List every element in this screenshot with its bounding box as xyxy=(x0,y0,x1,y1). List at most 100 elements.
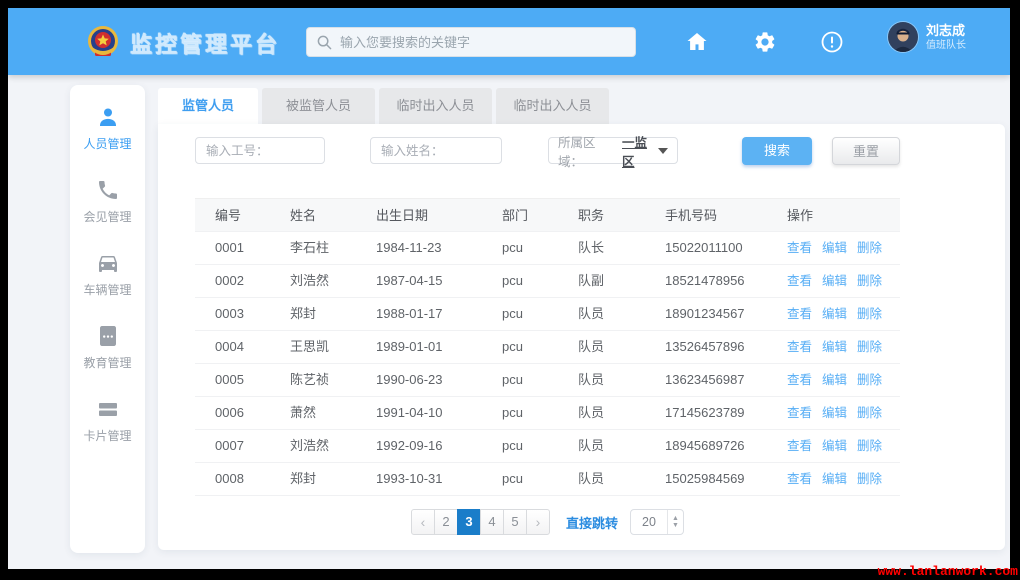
cell-phone: 15025984569 xyxy=(645,463,767,495)
region-select-value: 一监区 xyxy=(622,132,658,170)
sidebar-item-meeting[interactable]: 会见管理 xyxy=(70,172,145,230)
cell-actions: 查看编辑删除 xyxy=(767,397,900,429)
cell-department: pcu xyxy=(482,331,558,363)
user-meta: 刘志成 值班队长 xyxy=(926,23,966,52)
edit-link[interactable]: 编辑 xyxy=(822,307,847,321)
next-page-button[interactable]: › xyxy=(526,509,550,535)
cell-name: 李石柱 xyxy=(270,232,356,264)
search-button[interactable]: 搜索 xyxy=(742,137,812,165)
cell-position: 队员 xyxy=(558,430,645,462)
view-link[interactable]: 查看 xyxy=(787,373,812,387)
cell-department: pcu xyxy=(482,397,558,429)
delete-link[interactable]: 删除 xyxy=(857,406,882,420)
search-input[interactable] xyxy=(340,35,625,50)
delete-link[interactable]: 删除 xyxy=(857,241,882,255)
cell-id: 0005 xyxy=(195,364,270,396)
search-icon xyxy=(317,35,332,50)
edit-link[interactable]: 编辑 xyxy=(822,406,847,420)
cell-name: 郑封 xyxy=(270,463,356,495)
tab-temporary-2[interactable]: 临时出入人员 xyxy=(496,88,609,124)
watermark: www.lanlanwork.com xyxy=(878,564,1018,579)
tab-temporary-1[interactable]: 临时出入人员 xyxy=(379,88,492,124)
sidebar-item-personnel[interactable]: 人员管理 xyxy=(70,99,145,157)
cell-position: 队员 xyxy=(558,364,645,396)
delete-link[interactable]: 删除 xyxy=(857,373,882,387)
cell-department: pcu xyxy=(482,430,558,462)
top-header: 监控管理平台 刘志成 值班队长 xyxy=(8,8,1010,75)
page-button-4[interactable]: 4 xyxy=(480,509,504,535)
table-row: 0007 刘浩然 1992-09-16 pcu 队员 18945689726 查… xyxy=(195,430,900,463)
col-header-position: 职务 xyxy=(558,199,645,231)
cell-actions: 查看编辑删除 xyxy=(767,430,900,462)
view-link[interactable]: 查看 xyxy=(787,472,812,486)
chevron-down-icon xyxy=(658,148,668,154)
stepper-arrows[interactable]: ▲ ▼ xyxy=(667,510,683,534)
reset-button[interactable]: 重置 xyxy=(832,137,900,165)
sidebar-item-label: 人员管理 xyxy=(83,135,131,152)
region-select[interactable]: 所属区域： 一监区 xyxy=(548,137,678,164)
gear-icon[interactable] xyxy=(753,30,777,54)
delete-link[interactable]: 删除 xyxy=(857,439,882,453)
sidebar-item-label: 卡片管理 xyxy=(83,427,131,444)
cell-name: 刘浩然 xyxy=(270,265,356,297)
stepper-up-icon[interactable]: ▲ xyxy=(672,515,679,522)
sidebar-item-education[interactable]: 教育管理 xyxy=(70,318,145,376)
user-role: 值班队长 xyxy=(926,39,966,52)
cell-id: 0007 xyxy=(195,430,270,462)
view-link[interactable]: 查看 xyxy=(787,274,812,288)
cell-phone: 18945689726 xyxy=(645,430,767,462)
edit-link[interactable]: 编辑 xyxy=(822,340,847,354)
view-link[interactable]: 查看 xyxy=(787,340,812,354)
col-header-birthdate: 出生日期 xyxy=(356,199,482,231)
view-link[interactable]: 查看 xyxy=(787,406,812,420)
cell-name: 刘浩然 xyxy=(270,430,356,462)
info-icon[interactable] xyxy=(820,30,844,54)
cell-birthdate: 1988-01-17 xyxy=(356,298,482,330)
tab-content: 所属区域： 一监区 搜索 重置 编号 姓名 出生日期 部门 职务 手机号码 操作 xyxy=(158,124,1005,550)
edit-link[interactable]: 编辑 xyxy=(822,439,847,453)
table-header-row: 编号 姓名 出生日期 部门 职务 手机号码 操作 xyxy=(195,198,900,232)
cell-position: 队副 xyxy=(558,265,645,297)
sidebar-item-vehicle[interactable]: 车辆管理 xyxy=(70,245,145,303)
delete-link[interactable]: 删除 xyxy=(857,307,882,321)
page-button-3-active[interactable]: 3 xyxy=(457,509,481,535)
user-menu[interactable]: 刘志成 值班队长 xyxy=(888,22,966,52)
cell-department: pcu xyxy=(482,265,558,297)
view-link[interactable]: 查看 xyxy=(787,241,812,255)
app-window: 监控管理平台 刘志成 值班队长 xyxy=(8,8,1010,569)
job-number-input[interactable] xyxy=(195,137,325,164)
col-header-department: 部门 xyxy=(482,199,558,231)
page-size-stepper[interactable]: 20 ▲ ▼ xyxy=(630,509,684,535)
view-link[interactable]: 查看 xyxy=(787,307,812,321)
edit-link[interactable]: 编辑 xyxy=(822,472,847,486)
cell-birthdate: 1990-06-23 xyxy=(356,364,482,396)
home-icon[interactable] xyxy=(685,30,709,54)
delete-link[interactable]: 删除 xyxy=(857,340,882,354)
prev-page-button[interactable]: ‹ xyxy=(411,509,435,535)
edit-link[interactable]: 编辑 xyxy=(822,274,847,288)
edit-link[interactable]: 编辑 xyxy=(822,241,847,255)
card-icon xyxy=(96,397,120,421)
cell-department: pcu xyxy=(482,364,558,396)
page-button-5[interactable]: 5 xyxy=(503,509,527,535)
cell-phone: 13526457896 xyxy=(645,331,767,363)
page-button-2[interactable]: 2 xyxy=(434,509,458,535)
personnel-table: 编号 姓名 出生日期 部门 职务 手机号码 操作 0001 李石柱 1984-1… xyxy=(195,198,900,496)
name-input[interactable] xyxy=(370,137,502,164)
cell-phone: 15022011100 xyxy=(645,232,767,264)
delete-link[interactable]: 删除 xyxy=(857,274,882,288)
stepper-down-icon[interactable]: ▼ xyxy=(672,522,679,529)
view-link[interactable]: 查看 xyxy=(787,439,812,453)
cell-actions: 查看编辑删除 xyxy=(767,232,900,264)
cell-position: 队员 xyxy=(558,331,645,363)
cell-position: 队员 xyxy=(558,298,645,330)
page-title: 监控管理平台 xyxy=(130,27,280,59)
cell-id: 0003 xyxy=(195,298,270,330)
car-icon xyxy=(96,251,120,275)
edit-link[interactable]: 编辑 xyxy=(822,373,847,387)
tab-supervisors[interactable]: 监管人员 xyxy=(158,88,258,124)
sidebar-item-card[interactable]: 卡片管理 xyxy=(70,391,145,449)
delete-link[interactable]: 删除 xyxy=(857,472,882,486)
cell-name: 郑封 xyxy=(270,298,356,330)
tab-supervised[interactable]: 被监管人员 xyxy=(262,88,375,124)
